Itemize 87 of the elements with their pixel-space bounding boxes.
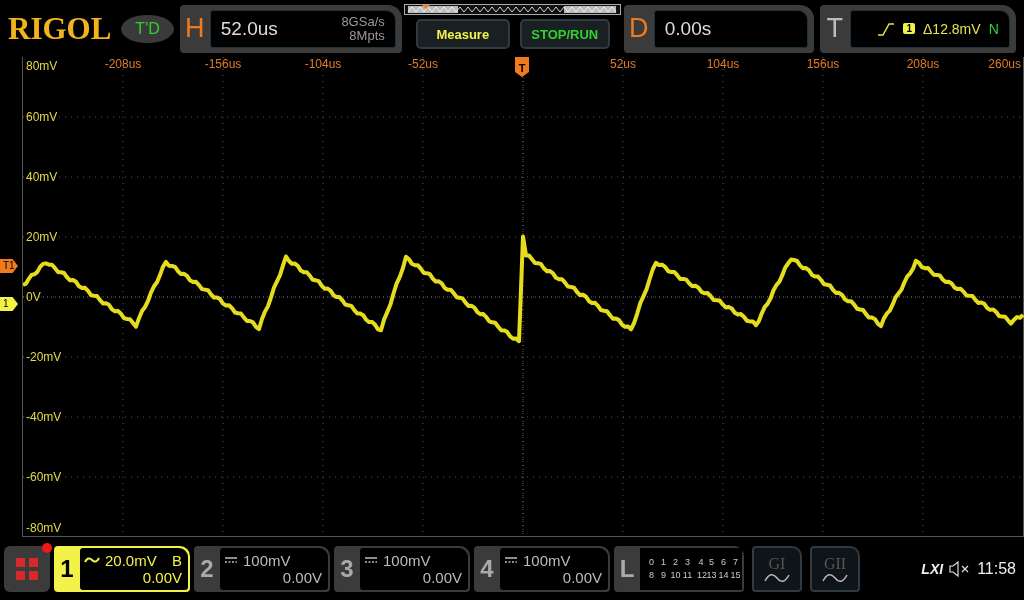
channel-scale: 100mV (243, 551, 291, 569)
trigger-position-marker[interactable]: T (515, 57, 529, 77)
channel-scale: 100mV (383, 551, 431, 569)
memory-depth: 8Mpts (349, 28, 385, 43)
channel-offset: 0.00V (421, 568, 462, 586)
mode-badge: T'D (121, 14, 174, 43)
stop-run-button[interactable]: STOP/RUN (519, 19, 610, 49)
logic-panel[interactable]: L 0 1 2 3 4 5 6 7 8 9 10 11 1213 14 15 (614, 545, 744, 592)
channel-scale: 100mV (523, 551, 571, 569)
logic-bit-label: 10 (670, 570, 681, 580)
trigger-level: Δ12.8mV (923, 20, 981, 37)
time-axis-label: 104us (706, 57, 740, 71)
channel-number: 1 (59, 554, 75, 583)
logic-bit-label: 0 (648, 557, 655, 567)
channel-offset: 0.00V (281, 568, 322, 586)
logic-bit-label: 11 (682, 570, 693, 580)
dc-coupling-icon (224, 556, 238, 564)
time-axis-label: 208us (906, 57, 940, 71)
voltage-axis-label: 0V (26, 289, 41, 306)
logic-bit-label: 15 (730, 570, 741, 580)
logic-bit-label: 4 (697, 557, 705, 567)
logic-bit-label: 2 (672, 557, 679, 567)
ac-coupling-icon (84, 555, 100, 565)
voltage-axis-label: -60mV (26, 469, 62, 486)
grid-menu-icon (15, 556, 39, 581)
voltage-axis-label: -20mV (26, 349, 62, 366)
channel-number: 2 (199, 554, 215, 583)
bandwidth-limit: B (172, 551, 182, 569)
logic-bit-label: 7 (732, 557, 739, 567)
sine-wave-icon (822, 572, 848, 583)
trigger-panel[interactable]: T 1 Δ12.8mV N (819, 4, 1016, 53)
voltage-axis-label: 40mV (26, 169, 58, 186)
logic-bit-label: 13 (706, 570, 717, 580)
channel-panel[interactable]: 2 100mV 0.00V (194, 545, 330, 592)
delay-value: 0.00s (664, 17, 713, 40)
sine-wave-icon (764, 572, 790, 583)
channel-number: 3 (339, 554, 355, 583)
time-axis-label: 156us (806, 57, 840, 71)
trigger-level-marker[interactable]: T1 (0, 259, 18, 273)
time-axis-label: 260us (988, 57, 1021, 71)
time-axis-label: 52us (610, 57, 636, 71)
voltage-axis-label: 20mV (26, 229, 58, 246)
trigger-source: 1 (903, 23, 915, 34)
channel-offset: 0.00V (141, 568, 182, 586)
trigger-label: T (825, 13, 844, 44)
dc-coupling-icon (504, 556, 518, 564)
voltage-axis-label: 60mV (26, 109, 58, 126)
logic-bit-label: 8 (648, 570, 655, 580)
logic-bit-label: 5 (708, 557, 715, 567)
clock-time: 11:58 (977, 559, 1016, 578)
channel-scale: 20.0mV (105, 551, 157, 569)
rising-edge-icon (877, 21, 896, 36)
time-axis-label: -52us (408, 57, 438, 71)
menu-button[interactable] (4, 545, 50, 592)
logic-bit-label: 1 (660, 557, 667, 567)
logic-bit-label: 3 (684, 557, 691, 567)
logic-bit-label: 6 (720, 557, 727, 567)
time-axis-label: -156us (204, 57, 242, 71)
time-axis-label: -208us (104, 57, 142, 71)
sample-rate: 8GSa/s (341, 14, 385, 29)
channel-offset: 0.00V (561, 568, 602, 586)
notification-dot (42, 542, 52, 553)
logic-bit-label: 9 (660, 570, 667, 580)
time-axis-label: -104us (304, 57, 342, 71)
horizontal-label: H (184, 13, 206, 44)
voltage-axis-label: -80mV (26, 520, 62, 537)
channel-marker[interactable]: 1 (0, 297, 18, 311)
logo: RIGOL (8, 10, 112, 47)
channel-panel[interactable]: 3 100mV 0.00V (334, 545, 470, 592)
channel-number: 4 (479, 554, 495, 583)
horizontal-panel[interactable]: H 52.0us 8GSa/s 8Mpts (179, 4, 402, 53)
voltage-axis-label: 80mV (26, 58, 58, 75)
logic-bit-label: 12 (697, 570, 705, 580)
generator-label: GII (823, 554, 847, 573)
dc-coupling-icon (364, 556, 378, 564)
channel-panel[interactable]: 1 20.0mV B 0.00V (54, 545, 190, 592)
delay-panel[interactable]: D 0.00s (623, 4, 814, 53)
lxi-logo: LXI (921, 560, 944, 577)
logic-label: L (618, 554, 636, 583)
logic-bit-label: 14 (718, 570, 729, 580)
trigger-sweep: N (988, 20, 999, 37)
timebase-value: 52.0us (220, 17, 279, 40)
voltage-axis-label: -40mV (26, 409, 62, 426)
measure-button[interactable]: Measure (415, 19, 510, 49)
channel-panel[interactable]: 4 100mV 0.00V (474, 545, 610, 592)
generator-label: GI (768, 554, 786, 573)
delay-label: D (628, 13, 650, 44)
